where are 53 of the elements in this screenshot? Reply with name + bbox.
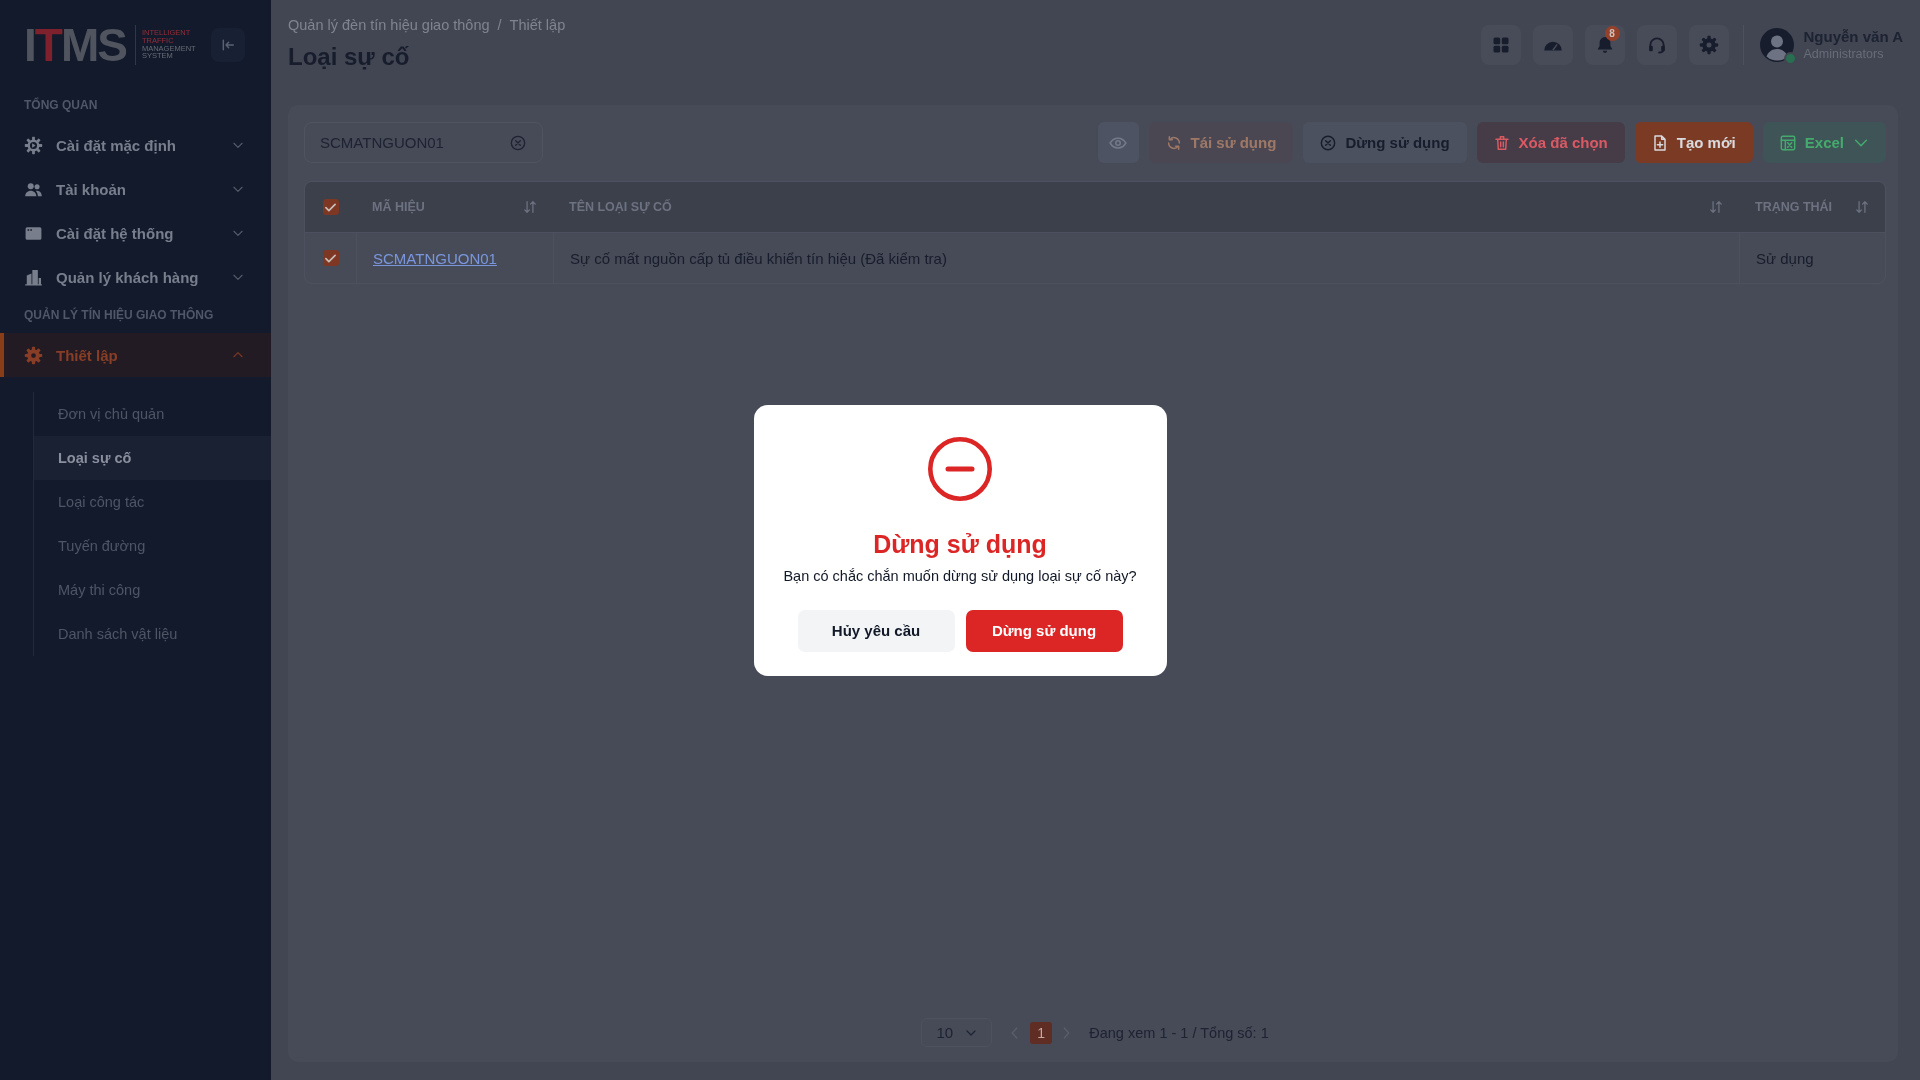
view-button[interactable] xyxy=(1097,122,1139,163)
sort-icon[interactable] xyxy=(1709,200,1723,214)
select-all-checkbox[interactable] xyxy=(322,199,339,215)
logo-wordmark: ITMS xyxy=(24,23,126,66)
check-icon xyxy=(325,252,336,264)
gear-icon xyxy=(24,135,43,155)
menu-item[interactable]: Thiết lập xyxy=(0,333,271,377)
user-avatar[interactable] xyxy=(1759,28,1794,62)
section-title: QUẢN LÝ TÍN HIỆU GIAO THÔNG xyxy=(23,306,215,324)
minus-circle-icon xyxy=(928,436,992,501)
file-plus-icon xyxy=(1651,134,1668,151)
delete-button[interactable]: Xóa đã chọn xyxy=(1476,122,1625,163)
submenu-item[interactable]: Đơn vị chủ quản xyxy=(34,392,271,436)
confirm-button[interactable]: Dừng sử dụng xyxy=(965,609,1123,652)
support-button[interactable] xyxy=(1636,25,1677,65)
breadcrumb-separator: / xyxy=(497,16,502,35)
breadcrumb-item[interactable]: Thiết lập xyxy=(509,14,566,36)
cancel-button[interactable]: Hủy yêu cầu xyxy=(797,609,955,652)
code-link[interactable]: SCMATNGUON01 xyxy=(373,249,497,267)
sort-icon[interactable] xyxy=(1855,200,1869,214)
submenu-item[interactable]: Tuyến đường xyxy=(34,524,271,568)
notifications-button[interactable]: 8 xyxy=(1584,25,1625,65)
x-circle-icon xyxy=(1320,134,1337,151)
submenu-item[interactable]: Loại sự cố xyxy=(34,436,271,480)
settings-button[interactable] xyxy=(1688,25,1729,65)
page-button[interactable]: 1 xyxy=(1030,1021,1053,1044)
spreadsheet-icon xyxy=(1779,134,1796,151)
trash-icon xyxy=(1493,134,1510,151)
dashboard-button[interactable] xyxy=(1532,25,1573,65)
sort-icon[interactable] xyxy=(523,200,537,214)
dialog-title: Dừng sử dụng xyxy=(873,528,1047,559)
submenu-item[interactable]: Loại công tác xyxy=(34,480,271,524)
check-icon xyxy=(325,201,336,213)
collapse-sidebar-button[interactable] xyxy=(211,27,245,62)
section-title: TỔNG QUAN xyxy=(23,96,99,114)
menu-item[interactable]: Tài khoản xyxy=(0,167,271,211)
submenu-item[interactable]: Máy thi công xyxy=(34,568,271,612)
dialog-message: Bạn có chắc chắn muốn dừng sử dụng loại sự cố này? xyxy=(783,566,1137,586)
settings-icon xyxy=(1698,35,1719,55)
apps-button[interactable] xyxy=(1480,25,1521,65)
clear-icon[interactable] xyxy=(510,134,526,151)
menu-item[interactable]: Cài đặt mặc định xyxy=(0,123,271,167)
gear-icon xyxy=(24,345,43,365)
submenu-item[interactable]: Danh sách vật liệu xyxy=(34,612,271,656)
menu-item[interactable]: Quản lý khách hàng xyxy=(0,255,271,299)
create-button[interactable]: Tạo mới xyxy=(1634,122,1753,163)
menu-item[interactable]: Cài đặt hệ thống xyxy=(0,211,271,255)
row-checkbox[interactable] xyxy=(322,250,339,266)
building-icon xyxy=(24,267,43,287)
excel-button[interactable]: Excel xyxy=(1762,122,1886,163)
notification-count: 8 xyxy=(1604,26,1620,41)
breadcrumb-item[interactable]: Quản lý đèn tín hiệu giao thông xyxy=(288,14,490,36)
headset-icon xyxy=(1646,35,1667,55)
